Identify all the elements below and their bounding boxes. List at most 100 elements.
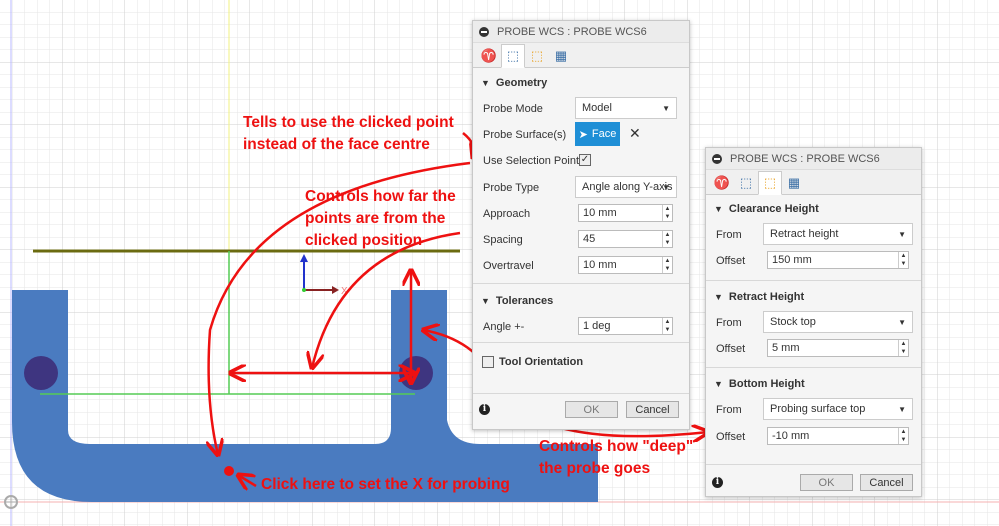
annotation-click: Click here to set the X for probing	[261, 476, 510, 493]
probe-wcs-dialog-geometry: PROBE WCS : PROBE WCS6 ♈ ⬚ ⬚ ▦ ▼ Geometry…	[472, 20, 690, 430]
tab-geometry[interactable]: ⬚	[501, 44, 525, 68]
spacing-value: 45	[583, 233, 596, 245]
cancel-button[interactable]: Cancel	[626, 401, 679, 418]
face-label: Face	[591, 128, 617, 140]
offset-label: Offset	[716, 343, 746, 355]
spinner[interactable]: ▲ ▼	[662, 318, 672, 334]
angle-input[interactable]: 1 deg ▲ ▼	[578, 317, 673, 335]
overtravel-input[interactable]: 10 mm ▲ ▼	[578, 256, 673, 274]
offset-value: 5 mm	[772, 342, 800, 354]
spinner[interactable]: ▲ ▼	[898, 252, 908, 268]
bottom-from-dropdown[interactable]: Probing surface top ▼	[763, 398, 913, 420]
heights-icon: ⬚	[763, 175, 777, 190]
annotation-selection-point: Tells to use the clicked point instead o…	[243, 112, 454, 156]
cancel-button[interactable]: Cancel	[860, 474, 913, 491]
divider	[473, 342, 689, 343]
probe-mode-dropdown[interactable]: Model ▼	[575, 97, 677, 119]
chevron-down-icon: ▼	[662, 182, 670, 192]
probe-type-dropdown[interactable]: Angle along Y-axis ▼	[575, 176, 677, 198]
approach-input[interactable]: 10 mm ▲ ▼	[578, 204, 673, 222]
divider	[706, 367, 921, 368]
bottom-offset-input[interactable]: -10 mm ▲ ▼	[767, 427, 909, 445]
annotation-line: Tells to use the clicked point	[243, 114, 454, 131]
collapse-triangle-icon: ▼	[714, 292, 723, 302]
use-selection-point-label: Use Selection Point	[483, 155, 579, 167]
from-value: Probing surface top	[770, 403, 866, 415]
hole-left[interactable]	[24, 356, 58, 390]
heights-icon: ⬚	[530, 48, 544, 63]
divider	[706, 280, 921, 281]
offset-value: 150 mm	[772, 254, 812, 266]
tab-heights[interactable]: ⬚	[525, 44, 549, 68]
origin-icon	[4, 495, 18, 509]
from-value: Retract height	[770, 228, 839, 240]
from-label: From	[716, 317, 742, 329]
approach-value: 10 mm	[583, 207, 617, 219]
dialog-title: PROBE WCS : PROBE WCS6	[730, 152, 880, 165]
annotation-line: Controls how "deep"	[539, 438, 694, 455]
retract-from-dropdown[interactable]: Stock top ▼	[763, 311, 913, 333]
section-title: Retract Height	[728, 291, 805, 303]
collapse-icon[interactable]	[712, 153, 722, 164]
from-value: Stock top	[770, 316, 816, 328]
section-geometry[interactable]: ▼ Geometry	[481, 77, 547, 89]
collapse-triangle-icon: ▼	[481, 296, 490, 306]
annotation-depth: Controls how "deep" the probe goes	[539, 436, 693, 480]
spinner[interactable]: ▲ ▼	[898, 428, 908, 444]
info-icon[interactable]: i	[479, 404, 490, 415]
probe-type-value: Angle along Y-axis	[582, 181, 673, 193]
use-selection-point-checkbox[interactable]: ✓	[579, 154, 591, 166]
tool-orientation-checkbox[interactable]	[482, 356, 494, 368]
tool-orientation-label: Tool Orientation	[499, 356, 584, 368]
spinner[interactable]: ▲ ▼	[662, 205, 672, 221]
section-clearance-height[interactable]: ▼ Clearance Height	[714, 203, 819, 215]
section-title: Bottom Height	[728, 378, 805, 390]
passes-icon: ▦	[554, 48, 568, 63]
clearance-offset-input[interactable]: 150 mm ▲ ▼	[767, 251, 909, 269]
passes-icon: ▦	[787, 175, 801, 190]
info-icon[interactable]: i	[712, 477, 723, 488]
tool-icon: ♈	[713, 175, 731, 190]
from-label: From	[716, 229, 742, 241]
collapse-triangle-icon: ▼	[714, 204, 723, 214]
divider	[706, 464, 921, 465]
face-selection-button[interactable]: ➤ Face	[575, 122, 620, 146]
offset-label: Offset	[716, 431, 746, 443]
overtravel-label: Overtravel	[483, 260, 534, 272]
from-label: From	[716, 404, 742, 416]
section-title: Geometry	[495, 77, 548, 89]
chevron-down-icon: ▼	[898, 229, 906, 239]
approach-label: Approach	[483, 208, 531, 220]
ok-button[interactable]: OK	[800, 474, 853, 491]
geometry-icon: ⬚	[506, 48, 520, 63]
spacing-input[interactable]: 45 ▲ ▼	[578, 230, 673, 248]
clear-selection-icon[interactable]: ✕	[629, 125, 641, 142]
spinner[interactable]: ▲ ▼	[898, 340, 908, 356]
section-retract-height[interactable]: ▼ Retract Height	[714, 291, 804, 303]
collapse-icon[interactable]	[479, 26, 489, 37]
probe-type-label: Probe Type	[483, 182, 540, 194]
tab-tool[interactable]: ♈	[710, 171, 734, 195]
click-point	[224, 466, 234, 476]
clearance-from-dropdown[interactable]: Retract height ▼	[763, 223, 913, 245]
dialog-header: PROBE WCS : PROBE WCS6	[473, 21, 689, 43]
chevron-down-icon: ▼	[662, 103, 670, 113]
tab-passes[interactable]: ▦	[782, 171, 806, 195]
section-title: Clearance Height	[728, 203, 819, 215]
section-title: Tolerances	[495, 295, 554, 307]
retract-offset-input[interactable]: 5 mm ▲ ▼	[767, 339, 909, 357]
probe-mode-value: Model	[582, 102, 612, 114]
tab-tool[interactable]: ♈	[477, 44, 501, 68]
spinner[interactable]: ▲ ▼	[662, 257, 672, 273]
annotation-spacing: Controls how far the points are from the…	[305, 186, 456, 252]
tool-icon: ♈	[480, 48, 498, 63]
tab-geometry[interactable]: ⬚	[734, 171, 758, 195]
section-tolerances[interactable]: ▼ Tolerances	[481, 295, 553, 307]
tab-heights[interactable]: ⬚	[758, 171, 782, 195]
cursor-icon: ➤	[578, 128, 588, 141]
overtravel-value: 10 mm	[583, 259, 617, 271]
section-bottom-height[interactable]: ▼ Bottom Height	[714, 378, 805, 390]
tab-passes[interactable]: ▦	[549, 44, 573, 68]
ok-button[interactable]: OK	[565, 401, 618, 418]
spinner[interactable]: ▲ ▼	[662, 231, 672, 247]
